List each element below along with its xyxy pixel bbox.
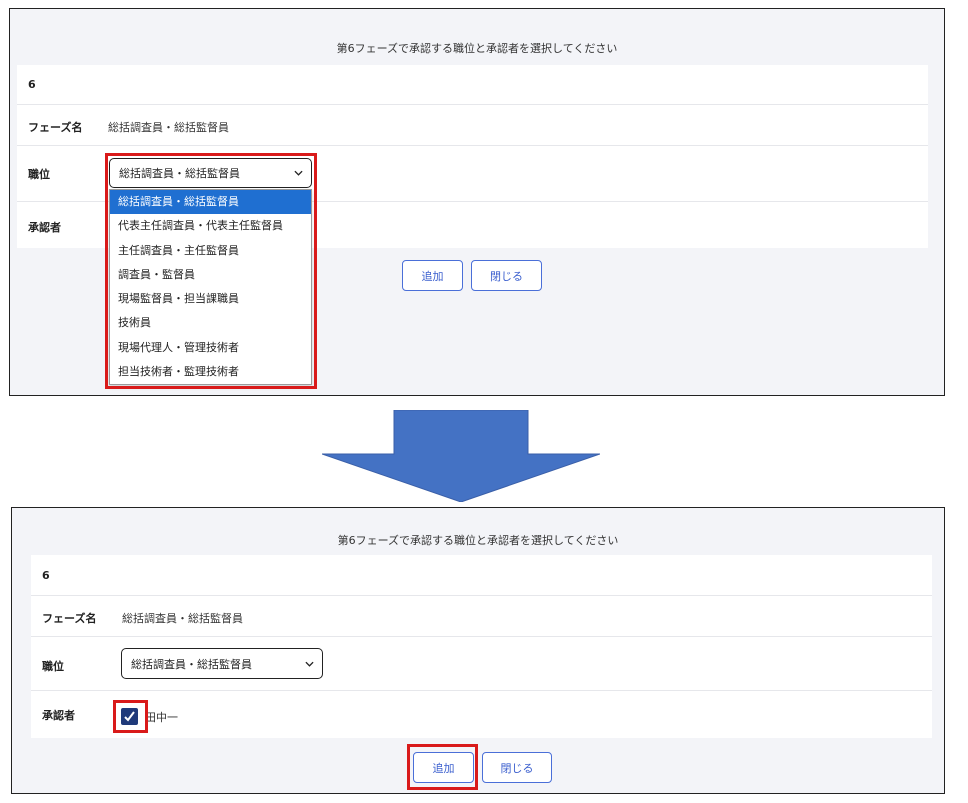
phase-form-card: 6 フェーズ名 総括調査員・総括監督員 職位 総括調査員・総括監督員 承認者 田…	[31, 555, 932, 738]
phase-prompt: 第6フェーズで承認する職位と承認者を選択してください	[337, 534, 619, 547]
position-label: 職位	[42, 660, 64, 673]
position-label: 職位	[28, 168, 50, 181]
phase-name-value: 総括調査員・総括監督員	[108, 121, 229, 134]
screen-after: 第6フェーズで承認する職位と承認者を選択してください 6 フェーズ名 総括調査員…	[11, 507, 945, 794]
down-arrow-icon	[322, 410, 600, 502]
highlight-dropdown	[105, 153, 317, 389]
phase-number: 6	[42, 569, 50, 582]
add-button[interactable]: 追加	[402, 260, 463, 291]
approver-label: 承認者	[28, 221, 61, 234]
row-approver: 承認者 田中一	[31, 691, 932, 738]
screen-before: 第6フェーズで承認する職位と承認者を選択してください 6 フェーズ名 総括調査員…	[9, 8, 945, 396]
highlight-checkbox	[113, 700, 148, 733]
phase-prompt: 第6フェーズで承認する職位と承認者を選択してください	[336, 42, 618, 55]
row-position: 職位 総括調査員・総括監督員	[31, 637, 932, 691]
phase-name-label: フェーズ名	[42, 612, 97, 625]
highlight-add-button	[407, 744, 478, 790]
close-button[interactable]: 閉じる	[471, 260, 542, 291]
phase-number: 6	[28, 78, 36, 91]
row-phase-name: フェーズ名 総括調査員・総括監督員	[31, 596, 932, 637]
row-phase-name: フェーズ名 総括調査員・総括監督員	[17, 105, 928, 146]
phase-name-value: 総括調査員・総括監督員	[122, 612, 243, 625]
position-select-value: 総括調査員・総括監督員	[131, 657, 252, 671]
row-phase-number: 6	[17, 65, 928, 105]
phase-name-label: フェーズ名	[28, 121, 83, 134]
close-button[interactable]: 閉じる	[482, 752, 552, 783]
approver-label: 承認者	[42, 709, 75, 722]
approver-name: 田中一	[145, 711, 178, 724]
position-select[interactable]: 総括調査員・総括監督員	[121, 648, 323, 679]
chevron-down-icon	[305, 661, 314, 667]
row-phase-number: 6	[31, 555, 932, 596]
